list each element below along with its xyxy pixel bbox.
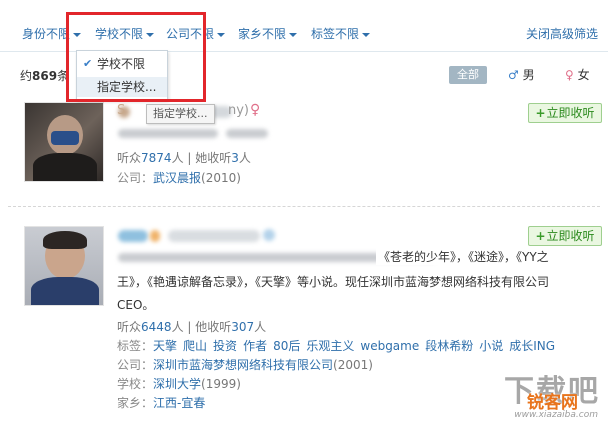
male-icon: ♂ <box>508 68 519 82</box>
gender-tab-female[interactable]: ♀ 女 <box>565 66 590 83</box>
gender-tab-male[interactable]: ♂ 男 <box>508 66 535 83</box>
user-follow-stats: 听众6448人 | 他收听307人 <box>117 320 267 334</box>
tag-link[interactable]: 天擎 <box>153 339 177 353</box>
user-name-tail: ny) <box>228 103 250 118</box>
tag-link[interactable]: 投资 <box>213 339 237 353</box>
tag-link[interactable]: 80后 <box>273 339 300 353</box>
plus-icon: + <box>535 106 546 120</box>
avatar[interactable] <box>24 226 104 306</box>
highlight-annotation-box <box>66 12 206 102</box>
following-count[interactable]: 3 <box>231 151 239 165</box>
hometown-link[interactable]: 江西-宜春 <box>153 396 205 410</box>
female-icon: ♀ <box>565 68 574 82</box>
user-hometown: 家乡：江西-宜春 <box>117 396 206 410</box>
company-link[interactable]: 武汉晨报 <box>153 171 201 185</box>
user-name-blurred <box>118 230 148 242</box>
user-follow-stats: 听众7874人 | 她收听3人 <box>117 151 251 165</box>
tag-link[interactable]: 爬山 <box>183 339 207 353</box>
tooltip: 指定学校... <box>146 104 215 124</box>
user-tags: 标签：天擎 爬山 投资 作者 80后 乐观主义 webgame 段林希粉 小说 成长ING <box>117 339 556 353</box>
row-divider <box>8 206 600 207</box>
female-gender-icon: ♀ <box>250 102 261 118</box>
result-count: 约869条 <box>20 69 70 83</box>
tag-link[interactable]: 段林希粉 <box>425 339 473 353</box>
followers-count[interactable]: 7874 <box>141 151 172 165</box>
close-advanced-filter-link[interactable]: 关闭高级筛选 <box>526 25 598 42</box>
tag-link[interactable]: 作者 <box>243 339 267 353</box>
tag-link[interactable]: 乐观主义 <box>306 339 354 353</box>
company-link[interactable]: 深圳市蓝海梦想网络科技有限公司 <box>153 358 333 372</box>
chevron-down-icon <box>362 32 371 37</box>
listen-button[interactable]: +立即收听 <box>528 226 602 246</box>
chevron-down-icon <box>289 32 298 37</box>
gender-tab-all[interactable]: 全部 <box>449 66 487 84</box>
user-company: 公司：深圳市蓝海梦想网络科技有限公司(2001) <box>117 358 373 372</box>
plus-icon: + <box>535 229 546 243</box>
tag-link[interactable]: 小说 <box>479 339 503 353</box>
listen-button[interactable]: +立即收听 <box>528 103 602 123</box>
watermark: 下载吧 锐客网 www.xiazaiba.com <box>504 374 600 420</box>
filter-hometown[interactable]: 家乡不限 <box>238 25 298 42</box>
tag-link[interactable]: webgame <box>360 339 419 353</box>
following-count[interactable]: 307 <box>231 320 254 334</box>
school-link[interactable]: 深圳大学 <box>153 377 201 391</box>
tag-link[interactable]: 成长ING <box>509 339 555 353</box>
chevron-down-icon <box>217 32 226 37</box>
filter-tags[interactable]: 标签不限 <box>311 25 371 42</box>
user-bio-line: 《苍老的少年》，《迷途》，《YY之 <box>376 248 549 265</box>
user-bio-line: 王》，《艳遇谅解备忘录》，《天擎》等小说。现任深圳市蓝海梦想网络科技有限公司 <box>117 275 550 289</box>
avatar[interactable] <box>24 102 104 182</box>
user-company: 公司：武汉晨报(2010) <box>117 171 241 185</box>
followers-count[interactable]: 6448 <box>141 320 172 334</box>
user-school: 学校：深圳大学(1999) <box>117 377 241 391</box>
user-bio-line: CEO。 <box>117 298 155 312</box>
